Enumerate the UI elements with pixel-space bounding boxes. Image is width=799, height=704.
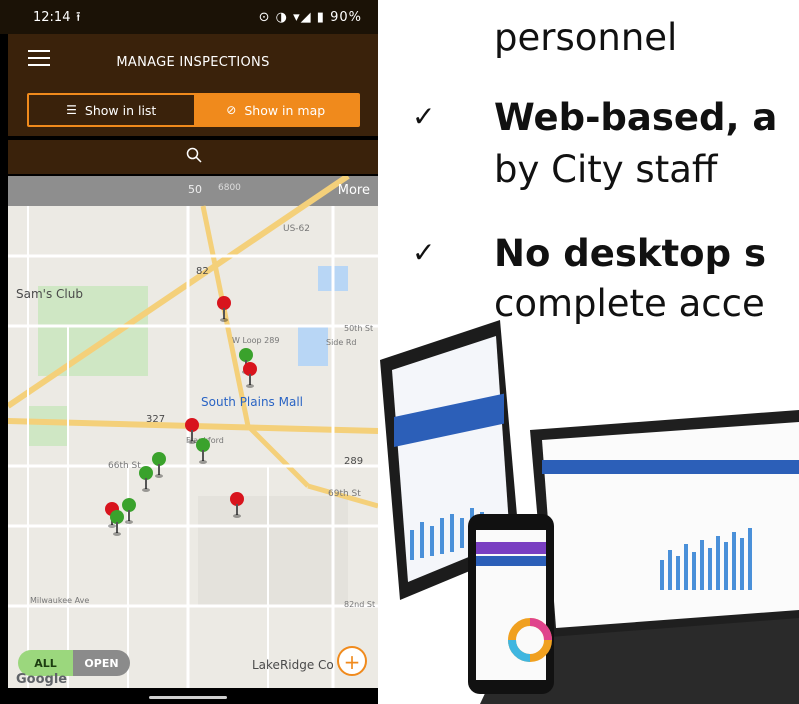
show-in-list-button[interactable]: ☰ Show in list (29, 95, 194, 125)
more-link[interactable]: More (338, 183, 370, 198)
slide-bullet-web-based: Web-based, a (494, 96, 778, 139)
inspection-pin-red[interactable] (217, 296, 231, 322)
map-label-side-rd: Side Rd (326, 338, 357, 347)
map-label-50: 50 (188, 183, 202, 196)
map-label-w-loop: W Loop 289 (232, 336, 280, 345)
slide-line-city-staff: by City staff (494, 148, 718, 191)
map-label-sams-club: Sam's Club (16, 287, 83, 301)
inspection-pin-red[interactable] (230, 492, 244, 518)
inspection-pin-green[interactable] (122, 498, 136, 524)
map-label-lakeridge: LakeRidge Co (252, 658, 334, 672)
map-label-69th-st: 69th St (328, 489, 361, 499)
map-label-6800: 6800 (218, 183, 241, 193)
upload-icon: ⭱ (76, 10, 81, 25)
inspection-pin-green[interactable] (139, 466, 153, 492)
show-in-map-button[interactable]: ⊘ Show in map (193, 95, 358, 125)
map-pin-icon: ⊘ (226, 103, 237, 117)
status-indicators: ⊙ ◑ ▾◢ ▮ 90% (258, 10, 362, 25)
show-in-map-label: Show in map (244, 102, 326, 118)
inspection-pin-green[interactable] (110, 510, 124, 536)
inspection-pin-green[interactable] (152, 452, 166, 478)
map-view[interactable]: More 50 6800 US-62 82 Sam's Club 50th St… (8, 176, 378, 688)
home-indicator[interactable] (149, 696, 227, 699)
search-icon[interactable] (186, 147, 202, 163)
search-bar[interactable] (8, 140, 378, 174)
map-label-us62: US-62 (283, 224, 310, 234)
view-toggle-bar: ☰ Show in list ⊘ Show in map (8, 86, 378, 136)
phone-screenshot: 12:14 ⭱ ⊙ ◑ ▾◢ ▮ 90% MANAGE INSPECTIONS … (0, 0, 378, 704)
map-label-289: 289 (344, 456, 364, 467)
list-icon: ☰ (66, 103, 77, 117)
page-title: MANAGE INSPECTIONS (116, 55, 270, 70)
map-label-82: 82 (196, 266, 209, 277)
map-label-milwaukee: Milwaukee Ave (30, 596, 90, 605)
map-label-327: 327 (146, 414, 166, 425)
filter-open-button[interactable]: OPEN (73, 650, 130, 676)
devices-illustration (380, 300, 799, 704)
map-label-66th-st: 66th St (108, 461, 141, 471)
add-button[interactable]: + (337, 646, 367, 676)
app-header: MANAGE INSPECTIONS (8, 34, 378, 86)
map-label-south-plains-mall: South Plains Mall (201, 395, 303, 409)
slide-line-personnel: personnel (494, 16, 678, 59)
checkmark-icon: ✓ (412, 100, 436, 133)
inspection-pin-green[interactable] (196, 438, 210, 464)
map-label-82nd-st: 82nd St (344, 600, 376, 609)
inspection-pin-red[interactable] (243, 362, 257, 388)
gesture-nav-bar (0, 688, 378, 704)
view-toggle: ☰ Show in list ⊘ Show in map (27, 93, 360, 127)
slide-bullet-no-desktop: No desktop s (494, 232, 766, 275)
google-logo: Google (16, 672, 68, 687)
status-time: 12:14 (33, 10, 71, 25)
show-in-list-label: Show in list (84, 102, 157, 118)
map-label-50th-st: 50th St (344, 324, 374, 333)
status-bar: 12:14 ⭱ ⊙ ◑ ▾◢ ▮ 90% (0, 0, 378, 34)
checkmark-icon: ✓ (412, 236, 436, 269)
